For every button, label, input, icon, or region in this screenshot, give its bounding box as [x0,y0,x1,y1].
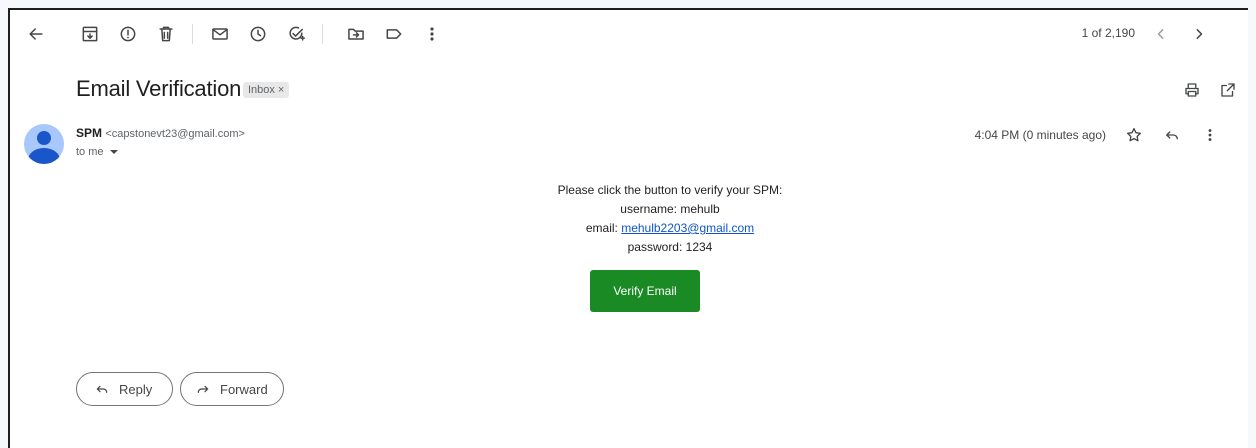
inbox-label-chip: Inbox × [243,82,290,98]
chevron-down-icon [109,150,118,154]
body-line-email: email: mehulb2203@gmail.com [420,219,920,238]
more-vert-icon[interactable] [420,22,444,46]
archive-icon[interactable] [78,22,102,46]
toolbar-divider [322,24,323,44]
verify-email-button[interactable]: Verify Email [590,270,700,312]
add-task-icon[interactable] [284,22,308,46]
email-link[interactable]: mehulb2203@gmail.com [621,221,754,235]
pagination-count: 1 of 2,190 [1081,26,1135,40]
newer-chevron-icon[interactable] [1149,22,1173,46]
reply-icon[interactable] [1162,125,1182,145]
toolbar: 1 of 2,190 [10,10,1248,58]
reply-button[interactable]: Reply [76,372,173,406]
delete-icon[interactable] [154,22,178,46]
open-new-window-icon[interactable] [1218,80,1238,100]
subject-row: Email Verification Inbox × [10,70,1248,110]
email-view: 1 of 2,190 Email Verification Inbox × SPM… [8,8,1248,448]
to-me-text: to me [76,146,104,158]
toolbar-divider [192,24,193,44]
recipient-details-toggle[interactable]: to me [76,146,118,158]
star-icon[interactable] [1124,125,1144,145]
print-icon[interactable] [1182,80,1202,100]
reply-icon [94,381,110,397]
back-arrow-icon[interactable] [24,22,48,46]
label-chip-text: Inbox [248,84,275,96]
report-spam-icon[interactable] [116,22,140,46]
forward-icon [195,381,211,397]
body-line-username: username: mehulb [620,202,720,216]
avatar-body [28,148,60,164]
older-chevron-icon[interactable] [1187,22,1211,46]
forward-label: Forward [220,381,268,397]
avatar-head [37,131,51,145]
mark-unread-icon[interactable] [208,22,232,46]
body-line-password: password: 1234 [627,240,713,254]
sender-address: <capstonevt23@gmail.com> [105,128,245,140]
email-prefix: email: [585,221,622,235]
body-line-intro: Please click the button to verify your S… [557,183,783,197]
snooze-icon[interactable] [246,22,270,46]
reply-label: Reply [119,381,153,397]
avatar[interactable] [24,124,64,164]
forward-button[interactable]: Forward [180,372,284,406]
label-icon[interactable] [382,22,406,46]
sender-info: SPM <capstonevt23@gmail.com> [76,126,245,140]
sender-name[interactable]: SPM [76,126,102,140]
email-timestamp: 4:04 PM (0 minutes ago) [974,128,1106,142]
remove-label-icon[interactable]: × [278,84,284,96]
move-to-icon[interactable] [344,22,368,46]
more-vert-icon[interactable] [1200,125,1220,145]
message-body: Please click the button to verify your S… [420,181,920,257]
email-subject: Email Verification [76,76,242,101]
